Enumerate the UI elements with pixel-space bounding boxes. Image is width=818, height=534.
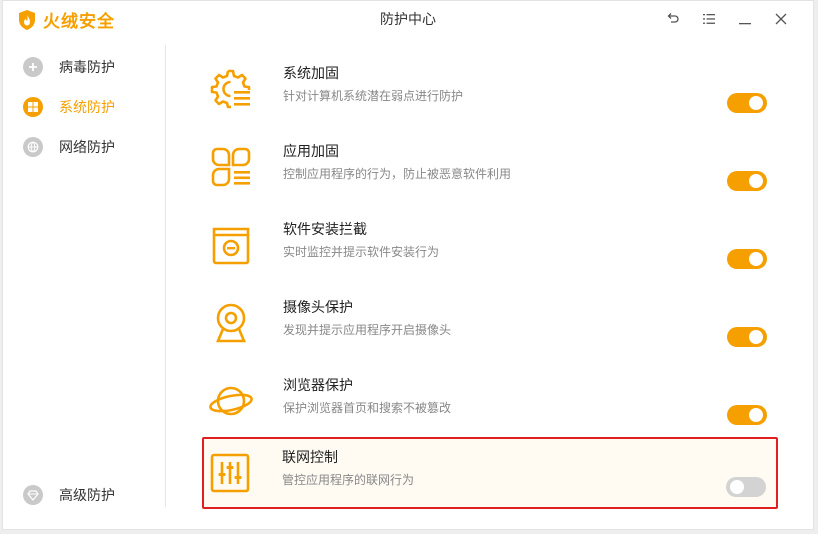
browser-toggle[interactable] [727, 405, 767, 425]
item-description: 控制应用程序的行为，防止被恶意软件利用 [283, 167, 512, 181]
sidebar: 病毒防护 系统防护 网络防护 高级防护 [3, 37, 165, 507]
app-window: 火绒安全 防护中心 病毒防护 系统防护 网络防护 高级防护 系统加固 针对计算机… [2, 0, 814, 530]
install-block-toggle[interactable] [727, 249, 767, 269]
back-icon [667, 13, 679, 23]
toggle-knob [749, 408, 763, 422]
item-description: 实时监控并提示软件安装行为 [283, 245, 440, 259]
item-title: 应用加固 [283, 144, 339, 160]
back-button[interactable] [655, 7, 691, 31]
protection-item-camera: 摄像头保护 发现并提示应用程序开启摄像头 [203, 287, 777, 359]
sidebar-item-label: 病毒防护 [59, 60, 115, 76]
protection-item-app-hardening: 应用加固 控制应用程序的行为，防止被恶意软件利用 [203, 131, 777, 203]
item-title: 摄像头保护 [283, 300, 353, 316]
close-button[interactable] [763, 7, 799, 31]
sidebar-item-network[interactable]: 网络防护 [23, 135, 115, 159]
gear-list-icon [210, 69, 251, 109]
toggle-knob [749, 252, 763, 266]
sidebar-item-label: 高级防护 [59, 488, 115, 504]
sidebar-item-advanced[interactable]: 高级防护 [23, 483, 115, 507]
app-hardening-toggle[interactable] [727, 171, 767, 191]
item-title: 浏览器保护 [283, 378, 353, 394]
apps-icon [211, 147, 251, 187]
item-description: 针对计算机系统潜在弱点进行防护 [283, 89, 464, 103]
title-bar: 火绒安全 防护中心 [3, 1, 813, 37]
system-hardening-toggle[interactable] [727, 93, 767, 113]
protection-item-network-control: 联网控制 管控应用程序的联网行为 [202, 437, 778, 509]
globe-icon [23, 137, 43, 157]
item-title: 系统加固 [283, 66, 339, 82]
network-control-toggle[interactable] [726, 477, 766, 497]
minimize-button[interactable] [727, 7, 763, 31]
windows-icon [23, 97, 43, 117]
toggle-knob [749, 174, 763, 188]
minimize-icon [739, 23, 751, 25]
sidebar-item-virus[interactable]: 病毒防护 [23, 55, 115, 79]
item-title: 联网控制 [282, 450, 338, 466]
toggle-knob [749, 330, 763, 344]
sidebar-item-label: 系统防护 [59, 100, 115, 116]
protection-item-system-hardening: 系统加固 针对计算机系统潜在弱点进行防护 [203, 53, 777, 125]
item-title: 软件安装拦截 [283, 222, 367, 238]
sliders-icon [210, 453, 250, 493]
item-description: 保护浏览器首页和搜索不被篡改 [283, 401, 452, 415]
virus-shield-icon [23, 57, 43, 77]
toggle-knob [730, 480, 744, 494]
protection-item-browser: 浏览器保护 保护浏览器首页和搜索不被篡改 [203, 365, 777, 437]
sidebar-item-system[interactable]: 系统防护 [23, 95, 115, 119]
camera-toggle[interactable] [727, 327, 767, 347]
planet-icon [209, 386, 253, 416]
item-description: 管控应用程序的联网行为 [282, 473, 415, 487]
sidebar-divider [165, 45, 166, 507]
install-box-icon [212, 227, 250, 265]
menu-icon [703, 14, 715, 24]
item-description: 发现并提示应用程序开启摄像头 [283, 323, 452, 337]
close-icon [775, 13, 787, 25]
protection-item-install-block: 软件安装拦截 实时监控并提示软件安装行为 [203, 209, 777, 281]
toggle-knob [749, 96, 763, 110]
menu-button[interactable] [691, 7, 727, 31]
sidebar-item-label: 网络防护 [59, 140, 115, 156]
camera-icon [216, 303, 246, 343]
diamond-icon [23, 485, 43, 505]
